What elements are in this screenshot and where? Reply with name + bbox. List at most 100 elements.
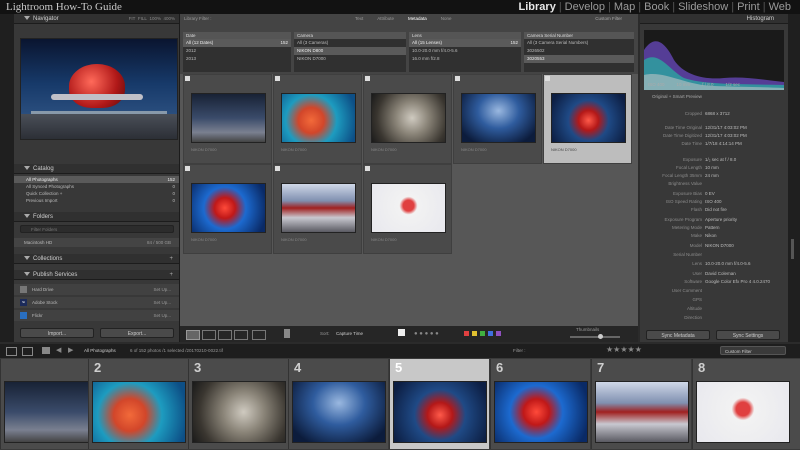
- color-label-yellow[interactable]: [472, 331, 477, 336]
- filmstrip-filter-dropdown[interactable]: Custom Filter: [720, 346, 786, 355]
- single-monitor-icon[interactable]: [6, 347, 17, 356]
- grid-cell[interactable]: NIKON D7000: [273, 74, 362, 164]
- color-label-purple[interactable]: [496, 331, 501, 336]
- top-bar: Lightroom How-To Guide Library | Develop |…: [0, 0, 800, 14]
- collections-title: Collections: [33, 256, 63, 262]
- filmstrip-cell[interactable]: 6: [490, 359, 590, 449]
- sync-metadata-button[interactable]: Sync Metadata: [646, 330, 710, 340]
- publish-flickr[interactable]: Flickr Set Up...: [14, 310, 179, 321]
- filmstrip-source[interactable]: All Photographs: [84, 348, 116, 353]
- filter-camera-row[interactable]: NIKON D800: [294, 47, 406, 55]
- color-label-red[interactable]: [464, 331, 469, 336]
- catalog-item-all-photographs[interactable]: All Photographs 152: [14, 176, 179, 183]
- filter-serial-row[interactable]: All (3 Camera Serial Numbers): [524, 39, 634, 47]
- filter-camera-row[interactable]: NIKON D7000: [294, 55, 406, 63]
- publish-hard-drive[interactable]: Hard Drive Set Up...: [14, 284, 179, 295]
- filmstrip-cell[interactable]: [0, 359, 100, 449]
- back-arrow-icon[interactable]: ◀: [56, 346, 61, 354]
- filmstrip-cell-selected[interactable]: 5: [389, 359, 489, 449]
- filter-tab-text[interactable]: Text: [355, 16, 363, 21]
- filter-column-camera-header: Camera: [294, 32, 406, 39]
- grid-cell[interactable]: NIKON D7000: [273, 164, 362, 254]
- filter-lens-row[interactable]: 16.0 mm f/2.8: [409, 55, 521, 63]
- filmstrip-cell[interactable]: 2: [88, 359, 188, 449]
- navigator-header[interactable]: Navigator FIT FILL 100% 400%: [14, 14, 179, 24]
- filter-tab-metadata[interactable]: Metadata: [408, 16, 427, 21]
- folder-volume-macintosh-hd[interactable]: Macintosh HD 84 / 500 GB: [14, 238, 179, 247]
- filter-camera-row[interactable]: All (3 Cameras): [294, 39, 406, 47]
- catalog-item-quick-collection[interactable]: Quick Collection +0: [14, 190, 179, 197]
- sort-dropdown[interactable]: Capture Time: [336, 331, 363, 336]
- loupe-view-icon[interactable]: [202, 330, 216, 340]
- filmstrip-cell[interactable]: 4: [288, 359, 388, 449]
- import-button[interactable]: Import...: [20, 328, 94, 338]
- module-book[interactable]: Book: [641, 0, 672, 14]
- grid-cell[interactable]: NIKON D7000: [363, 164, 452, 254]
- publish-adobe-stock[interactable]: St Adobe Stock Set Up...: [14, 297, 179, 308]
- metadata-row: Exposure Program Aperture priority: [664, 217, 738, 222]
- color-label-green[interactable]: [480, 331, 485, 336]
- filmstrip-star-filter[interactable]: ★★★★★: [606, 345, 642, 354]
- collections-header[interactable]: Collections +: [14, 254, 179, 264]
- export-button[interactable]: Export...: [100, 328, 174, 338]
- module-develop[interactable]: Develop: [562, 0, 608, 14]
- filter-date-row[interactable]: All (12 Dates) 152: [183, 39, 291, 47]
- second-monitor-icon[interactable]: [22, 347, 33, 356]
- filter-tab-none[interactable]: None: [441, 16, 452, 21]
- navigator-zoom-options[interactable]: FIT FILL 100% 400%: [129, 14, 175, 24]
- filter-serial-row[interactable]: 3026502: [524, 47, 634, 55]
- filter-tab-attribute[interactable]: Attribute: [377, 16, 394, 21]
- filter-date-row[interactable]: 2012: [183, 47, 291, 55]
- survey-view-icon[interactable]: [234, 330, 248, 340]
- filter-column-lens-header: Lens: [409, 32, 521, 39]
- collapse-triangle-icon: [24, 16, 30, 21]
- panel-scrollbar[interactable]: [791, 239, 794, 259]
- metadata-row: GPS: [692, 297, 702, 302]
- metadata-row: Cropped 6868 x 3712: [684, 111, 730, 116]
- grid-cell[interactable]: NIKON D7000: [183, 164, 272, 254]
- grid-cell[interactable]: NIKON D7000: [363, 74, 452, 164]
- thumbnail-caption: NIKON D7000: [191, 147, 217, 152]
- thumbnail-size-handle[interactable]: [598, 334, 603, 339]
- grid-small-icon[interactable]: [42, 347, 50, 354]
- filmstrip-cell[interactable]: 3: [188, 359, 288, 449]
- folder-search-input[interactable]: Filter Folders: [20, 225, 174, 233]
- filmstrip-cell[interactable]: 7: [591, 359, 691, 449]
- grid-view-icon[interactable]: [186, 330, 200, 340]
- people-view-icon[interactable]: [252, 330, 266, 340]
- photo-thumbnail: [191, 93, 266, 143]
- sort-label: Sort:: [320, 331, 330, 336]
- color-label-blue[interactable]: [488, 331, 493, 336]
- catalog-header[interactable]: Catalog: [14, 164, 179, 174]
- filter-lens-row[interactable]: All (15 Lenses) 152: [409, 39, 521, 47]
- grid-cell[interactable]: NIKON D7000: [183, 74, 272, 164]
- star-rating-dots[interactable]: ● ● ● ● ●: [414, 331, 439, 337]
- painter-icon[interactable]: [284, 329, 290, 338]
- module-library[interactable]: Library: [516, 0, 559, 14]
- catalog-item-previous-import[interactable]: Previous Import 0: [14, 197, 179, 204]
- flag-icon[interactable]: [398, 329, 405, 336]
- module-map[interactable]: Map: [611, 0, 638, 14]
- thumbnail-caption: NIKON D7000: [371, 147, 397, 152]
- compare-view-icon[interactable]: [218, 330, 232, 340]
- navigator-preview[interactable]: [20, 38, 178, 140]
- filter-date-row[interactable]: 2013: [183, 55, 291, 63]
- folders-header[interactable]: Folders: [14, 212, 179, 222]
- filmstrip-cell[interactable]: 8: [692, 359, 800, 449]
- filter-lens-row[interactable]: 10.0-20.0 mm f/4.0-5.6: [409, 47, 521, 55]
- left-edge-strip: [0, 14, 14, 342]
- filmstrip-thumbnail: [4, 381, 98, 443]
- module-web[interactable]: Web: [766, 0, 794, 14]
- module-print[interactable]: Print: [734, 0, 763, 14]
- histogram-header[interactable]: Histogram: [640, 14, 788, 24]
- thumbnail-size-slider[interactable]: [570, 336, 620, 338]
- grid-cell-selected[interactable]: NIKON D7000: [543, 74, 632, 164]
- filter-preset-dropdown[interactable]: Custom Filter: [595, 16, 622, 21]
- module-slideshow[interactable]: Slideshow: [675, 0, 731, 14]
- publish-services-header[interactable]: Publish Services +: [14, 270, 179, 280]
- sync-settings-button[interactable]: Sync Settings: [716, 330, 780, 340]
- filter-serial-row[interactable]: 3020553: [524, 55, 634, 63]
- forward-arrow-icon[interactable]: ▶: [68, 346, 73, 354]
- catalog-item-synced[interactable]: All Synced Photographs 0: [14, 183, 179, 190]
- grid-cell[interactable]: NIKON D7000: [453, 74, 542, 164]
